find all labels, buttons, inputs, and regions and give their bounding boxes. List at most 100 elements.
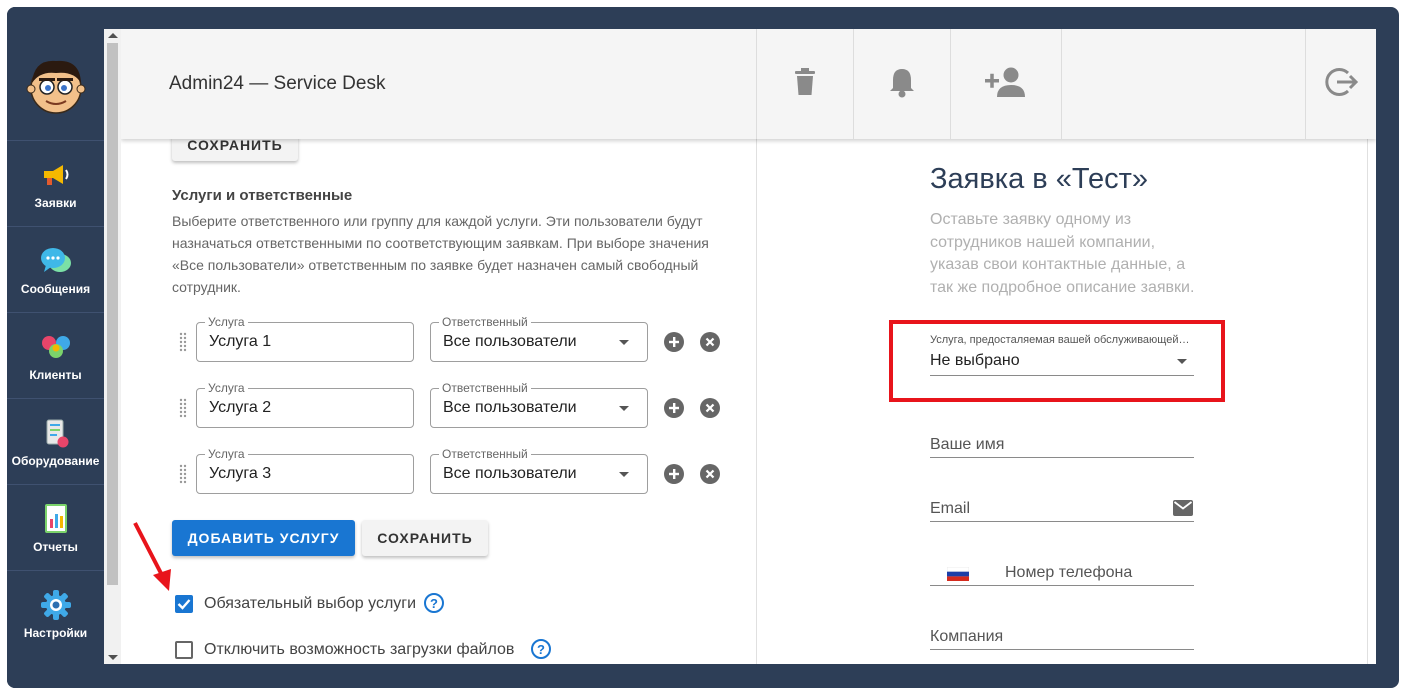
services-settings-panel: СОХРАНИТЬ Услуги и ответственные Выберит…: [121, 129, 756, 664]
clients-icon: [39, 330, 73, 364]
add-user-icon: [983, 66, 1029, 103]
annotation-arrow-icon: [133, 522, 171, 591]
field-value: Услуга 3: [209, 465, 272, 482]
section-title: Услуги и ответственные: [172, 187, 353, 204]
field-value: Все пользователи: [443, 399, 577, 416]
scroll-down-arrow[interactable]: [108, 655, 118, 660]
sidebar: Заявки Сообщения Клиенты Оборудование От…: [7, 7, 104, 688]
field-legend: Ответственный: [439, 447, 531, 461]
delete-button[interactable]: [756, 29, 853, 139]
field-legend: Услуга: [205, 447, 248, 461]
disable-uploads-checkbox[interactable]: [175, 641, 193, 659]
sidebar-item-messages[interactable]: Сообщения: [7, 226, 104, 312]
equipment-icon: [39, 416, 73, 450]
chevron-down-icon: [619, 472, 629, 477]
sidebar-item-label: Клиенты: [29, 367, 82, 382]
close-icon: [705, 337, 715, 347]
field-underline: [930, 457, 1194, 458]
add-user-button[interactable]: [950, 29, 1061, 139]
add-row-button[interactable]: [664, 332, 684, 352]
scroll-up-arrow[interactable]: [108, 33, 118, 38]
remove-row-button[interactable]: [700, 464, 720, 484]
email-field[interactable]: Email: [930, 500, 970, 518]
responsible-select[interactable]: Ответственный Все пользователи: [430, 315, 648, 362]
sidebar-item-equipment[interactable]: Оборудование: [7, 398, 104, 484]
user-avatar[interactable]: [24, 53, 88, 117]
sidebar-item-label: Оборудование: [11, 453, 100, 468]
section-description: Выберите ответственного или группу для к…: [172, 213, 709, 295]
sidebar-item-label: Заявки: [34, 195, 77, 210]
close-icon: [705, 403, 715, 413]
plus-icon: [669, 469, 679, 479]
plus-icon: [669, 403, 679, 413]
field-underline: [930, 649, 1194, 650]
help-icon[interactable]: ?: [531, 639, 551, 659]
russia-flag-icon[interactable]: [946, 566, 970, 586]
sidebar-item-reports[interactable]: Отчеты: [7, 484, 104, 570]
service-name-field[interactable]: Услуга Услуга 1: [196, 315, 414, 362]
field-value: Все пользователи: [443, 465, 577, 482]
drag-handle-icon[interactable]: [179, 398, 187, 418]
service-row: Услуга Услуга 3 Ответственный Все пользо…: [121, 447, 756, 494]
field-value: Все пользователи: [443, 333, 577, 350]
sidebar-item-requests[interactable]: Заявки: [7, 140, 104, 226]
sidebar-item-label: Отчеты: [33, 539, 78, 554]
required-service-checkbox[interactable]: [175, 595, 193, 613]
service-select[interactable]: Не выбрано: [930, 352, 1020, 370]
logout-button[interactable]: [1305, 29, 1376, 139]
checkmark-icon: [177, 599, 191, 610]
chevron-down-icon: [619, 340, 629, 345]
field-legend: Услуга: [205, 315, 248, 329]
sidebar-item-clients[interactable]: Клиенты: [7, 312, 104, 398]
service-row: Услуга Услуга 2 Ответственный Все пользо…: [121, 381, 756, 428]
checkbox-label: Обязательный выбор услуги: [204, 595, 417, 612]
remove-row-button[interactable]: [700, 398, 720, 418]
main-content: Admin24 — Service Desk СОХРАНИТЬ Услуги …: [121, 29, 1376, 664]
service-row: Услуга Услуга 1 Ответственный Все пользо…: [121, 315, 756, 362]
add-row-button[interactable]: [664, 398, 684, 418]
select-underline: [930, 375, 1194, 376]
envelope-icon: [1173, 500, 1193, 521]
add-row-button[interactable]: [664, 464, 684, 484]
phone-field[interactable]: Номер телефона: [1005, 564, 1132, 582]
field-value: Услуга 2: [209, 399, 272, 416]
field-legend: Ответственный: [439, 381, 531, 395]
responsible-select[interactable]: Ответственный Все пользователи: [430, 381, 648, 428]
plus-icon: [669, 337, 679, 347]
sidebar-item-label: Настройки: [23, 625, 88, 640]
save-button[interactable]: СОХРАНИТЬ: [362, 520, 488, 556]
company-field[interactable]: Компания: [930, 628, 1003, 646]
app-frame: Заявки Сообщения Клиенты Оборудование От…: [7, 7, 1399, 688]
chat-bubbles-icon: [39, 244, 73, 278]
add-service-button[interactable]: ДОБАВИТЬ УСЛУГУ: [172, 520, 355, 556]
remove-row-button[interactable]: [700, 332, 720, 352]
drag-handle-icon[interactable]: [179, 464, 187, 484]
logout-icon: [1324, 65, 1359, 104]
drag-handle-icon[interactable]: [179, 332, 187, 352]
bell-icon: [888, 66, 916, 103]
responsible-select[interactable]: Ответственный Все пользователи: [430, 447, 648, 494]
field-legend: Услуга: [205, 381, 248, 395]
reports-icon: [39, 502, 73, 536]
form-title: Заявка в «Тест»: [930, 163, 1148, 195]
help-icon[interactable]: ?: [424, 593, 444, 613]
chevron-down-icon: [619, 406, 629, 411]
close-icon: [705, 469, 715, 479]
field-value: Услуга 1: [209, 333, 272, 350]
sidebar-item-settings[interactable]: Настройки: [7, 570, 104, 656]
service-name-field[interactable]: Услуга Услуга 3: [196, 447, 414, 494]
field-underline: [930, 585, 1194, 586]
checkbox-label: Отключить возможность загрузки файлов: [204, 641, 515, 658]
sidebar-item-label: Сообщения: [20, 281, 91, 296]
page-scrollbar[interactable]: [104, 29, 121, 664]
chevron-down-icon[interactable]: [1177, 359, 1187, 364]
app-title: Admin24 — Service Desk: [169, 73, 386, 94]
top-toolbar: Admin24 — Service Desk: [121, 29, 1376, 139]
field-underline: [930, 521, 1194, 522]
request-form-preview: Заявка в «Тест» Оставьте заявку одному и…: [756, 139, 1368, 664]
form-description: Оставьте заявку одному из сотрудников на…: [930, 211, 1195, 296]
name-field[interactable]: Ваше имя: [930, 436, 1004, 454]
scroll-thumb[interactable]: [107, 43, 118, 585]
service-name-field[interactable]: Услуга Услуга 2: [196, 381, 414, 428]
notifications-button[interactable]: [853, 29, 950, 139]
